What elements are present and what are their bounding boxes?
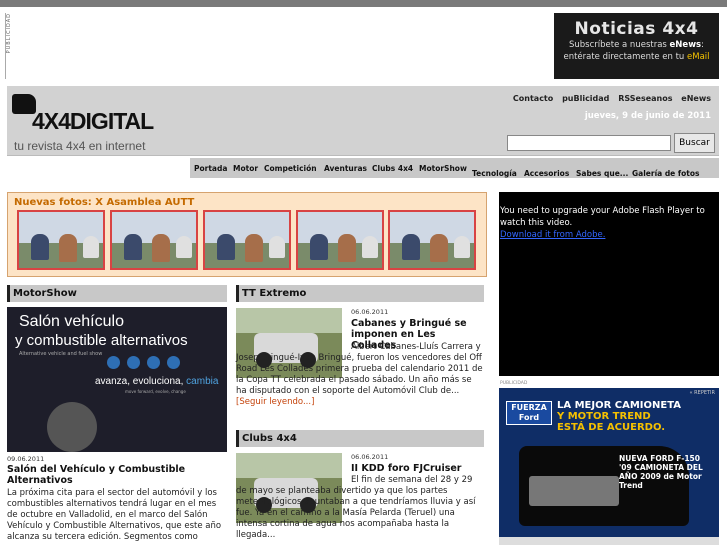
- ad-line-1: Subscríbete a nuestras eNews:: [569, 40, 704, 50]
- nav-accesorios[interactable]: Accesorios: [524, 169, 569, 178]
- flash-download-link[interactable]: Download it from Adobe.: [500, 230, 605, 240]
- nav-portada[interactable]: Portada: [194, 164, 227, 173]
- link-contacto[interactable]: Contacto: [513, 94, 553, 103]
- video-player[interactable]: You need to upgrade your Adobe Flash Pla…: [499, 192, 719, 376]
- gallery-title[interactable]: Nuevas fotos: X Asamblea AUTT: [14, 197, 194, 208]
- article-title[interactable]: Salón del Vehículo y Combustible Alterna…: [7, 464, 227, 486]
- nav-motorshow[interactable]: MotorShow: [419, 164, 467, 173]
- ford-banner-ad[interactable]: « REPETIR FUERZA Ford LA MEJOR CAMIONETA…: [499, 388, 719, 545]
- header-links: Contacto puBlicidad RSSeseanos eNews: [507, 94, 711, 103]
- ad-title: Noticias 4x4: [574, 19, 699, 39]
- article-body: El fin de semana del 28 y 29 de mayo se …: [236, 475, 476, 540]
- article-date: 09.06.2011: [7, 455, 45, 463]
- current-date: jueves, 9 de junio de 2011: [584, 111, 711, 121]
- gallery-thumb[interactable]: [110, 210, 198, 270]
- ford-logo: FUERZA Ford: [506, 401, 552, 425]
- flash-message: You need to upgrade your Adobe Flash Pla…: [500, 206, 705, 228]
- site-tagline: tu revista 4x4 en internet: [14, 139, 146, 153]
- nav-clubs[interactable]: Clubs 4x4: [372, 164, 413, 173]
- site-header: 4X4DIGITAL tu revista 4x4 en internet Co…: [7, 86, 719, 156]
- section-heading-motorshow[interactable]: MotorShow: [7, 285, 227, 302]
- motorshow-image[interactable]: Salón vehículo y combustible alternativo…: [7, 307, 227, 452]
- article-date: 06.06.2011: [351, 308, 389, 316]
- ad-buttons: [499, 537, 719, 545]
- photo-gallery: Nuevas fotos: X Asamblea AUTT: [7, 192, 487, 277]
- ad-headline: LA MEJOR CAMIONETA Y MOTOR TREND ESTÁ DE…: [557, 400, 682, 433]
- fuel-icon: [147, 356, 160, 369]
- search-button[interactable]: Buscar: [674, 133, 715, 153]
- advertising-label-small: PUBLICIDAD: [500, 381, 528, 386]
- article-body: La próxima cita para el sector del autom…: [7, 488, 222, 542]
- nav-sabes-que[interactable]: Sabes que...: [576, 169, 628, 178]
- ad-line-2: entérate directamente en tu eMail: [563, 52, 710, 62]
- gallery-thumb[interactable]: [203, 210, 291, 270]
- link-enews[interactable]: eNews: [681, 94, 711, 103]
- nav-competicion[interactable]: Competición: [264, 164, 317, 173]
- section-heading-clubs[interactable]: Clubs 4x4: [236, 430, 484, 447]
- fuel-icon: [127, 356, 140, 369]
- ad-subtext: NUEVA FORD F-150 '09 CAMIONETA DEL AÑO 2…: [619, 454, 703, 490]
- nav-galeria[interactable]: Galería de fotos: [632, 169, 700, 178]
- site-logo[interactable]: 4X4DIGITAL: [12, 94, 184, 134]
- logo-text: 4X4DIGITAL: [32, 108, 154, 134]
- search-input[interactable]: [507, 135, 671, 151]
- nav-motor[interactable]: Motor: [233, 164, 258, 173]
- section-heading-tt-extremo[interactable]: TT Extremo: [236, 285, 484, 302]
- advertising-label: PUBLICIDAD: [5, 13, 15, 79]
- nav-aventuras[interactable]: Aventuras: [324, 164, 367, 173]
- gallery-thumb[interactable]: [388, 210, 476, 270]
- main-nav: Portada Motor Competición Aventuras Club…: [190, 158, 719, 178]
- article-title[interactable]: II KDD foro FJCruiser: [351, 463, 484, 474]
- link-rss[interactable]: RSSeseanos: [618, 94, 672, 103]
- gear-stick-icon: [47, 402, 97, 452]
- gallery-thumb[interactable]: [296, 210, 384, 270]
- read-more-link[interactable]: [Seguir leyendo...]: [236, 397, 314, 407]
- nav-tecnologia[interactable]: Tecnología: [472, 169, 517, 178]
- fuel-icon: [167, 356, 180, 369]
- ad-repeat[interactable]: « REPETIR: [690, 390, 715, 396]
- article-body: Albert Cabanes-Lluís Carrera y Josep Bri…: [236, 342, 483, 407]
- fuel-icon: [107, 356, 120, 369]
- top-gray-bar: [0, 0, 727, 7]
- link-publicidad[interactable]: puBlicidad: [562, 94, 609, 103]
- article-date: 06.06.2011: [351, 453, 389, 461]
- enews-banner-ad[interactable]: Noticias 4x4 Subscríbete a nuestras eNew…: [554, 13, 719, 79]
- gallery-thumb[interactable]: [17, 210, 105, 270]
